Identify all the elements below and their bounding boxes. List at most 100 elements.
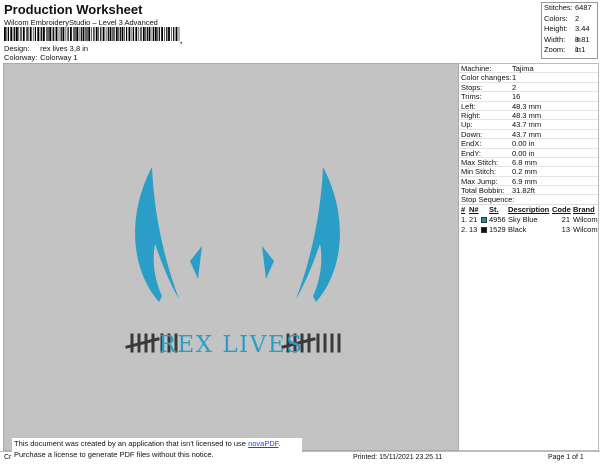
param-label: Total Bobbin: [461, 186, 505, 196]
stop-sequence-title: Stop Sequence: [459, 195, 598, 206]
stat-row: Height: 3.44 in [542, 24, 597, 44]
barcode-bar [43, 27, 45, 41]
barcode-bar [39, 27, 41, 41]
row-brand: Wilcom [573, 225, 598, 235]
param-label: Min Stitch: [461, 167, 497, 177]
machine-param-row: Machine: Tajima [459, 64, 598, 74]
barcode-bar [26, 27, 27, 41]
stat-label: Height: [544, 24, 568, 33]
param-value: 6.8 mm [512, 157, 538, 167]
design-value: rex lives 3,8 in [40, 44, 89, 53]
barcode-bar [27, 27, 29, 41]
barcode-bar [37, 27, 40, 41]
machine-param-row: Total Bobbin: 31.82ft [459, 186, 598, 196]
param-label: EndX: [461, 139, 482, 149]
barcode-bar [73, 27, 74, 41]
barcode-bar [51, 27, 53, 41]
barcode-bar [142, 27, 145, 41]
barcode-bar [95, 27, 98, 41]
colorway-label: Colorway: [4, 53, 38, 62]
col-stitches: St. [489, 205, 499, 215]
barcode-bar [132, 27, 135, 41]
barcode-bar [47, 27, 49, 41]
barcode-bar [109, 27, 112, 41]
barcode-bar [85, 27, 86, 41]
color-swatch [481, 217, 487, 224]
barcode-bar [7, 27, 9, 41]
barcode-bar [88, 27, 91, 41]
param-value: 31.82ft [512, 186, 535, 196]
software-name: Wilcom EmbroideryStudio – Level 3 Advanc… [4, 18, 158, 27]
barcode-bar [46, 27, 47, 41]
col-code: Code [552, 205, 571, 215]
param-label: EndY: [461, 148, 482, 158]
left-eye-shape [190, 246, 202, 279]
colorway-info: Colorway: Colorway 1 [4, 53, 78, 62]
stat-label: Zoom: [544, 45, 566, 54]
barcode-bar [119, 27, 121, 41]
barcode-bar [164, 27, 165, 41]
barcode-bar [18, 27, 20, 41]
notice-text: This document was created by an applicat… [14, 439, 249, 448]
design-preview: REX LIVES [3, 63, 459, 451]
machine-param-row: Trims: 16 [459, 92, 598, 102]
barcode-bar [151, 27, 153, 41]
machine-parameters: Machine: Tajima Color changes: 1 Stops: 2 Trim… [459, 64, 598, 196]
stop-sequence-row: 1. 21 4956 Sky Blue 21 Wilcom [459, 215, 598, 225]
param-label: Down: [461, 129, 483, 139]
param-value: 48.3 mm [512, 110, 542, 120]
row-num: 2. [461, 225, 468, 235]
stop-sequence-row: 2. 13 1529 Black 13 Wilcom [459, 225, 598, 235]
barcode-bar [128, 27, 131, 41]
right-eye-shape [262, 246, 274, 279]
barcode-bar [78, 27, 80, 41]
barcode-bar [140, 27, 142, 41]
row-num: 1. [461, 215, 468, 225]
barcode-bar [14, 27, 16, 41]
barcode-bar [157, 27, 158, 41]
row-stitches: 1529 [489, 225, 506, 235]
barcode-bar [115, 27, 118, 41]
barcode-bar [93, 27, 95, 41]
barcode-bar [6, 27, 8, 41]
param-value: 0.00 in [512, 139, 535, 149]
param-value: 16 [512, 92, 521, 102]
barcode-bar [16, 27, 18, 41]
stat-label: Colors: [544, 13, 568, 23]
left-horn-shape [135, 167, 179, 302]
footer-cr: Cr [4, 454, 12, 461]
row-brand: Wilcom [573, 215, 598, 225]
barcode-bar [53, 27, 55, 41]
param-label: Stops: [461, 82, 483, 92]
param-value: 0.00 in [512, 148, 535, 158]
param-value: 43.7 mm [512, 120, 542, 130]
barcode-bar [4, 27, 6, 41]
barcode-bar [29, 27, 32, 41]
barcode-bar [70, 27, 72, 41]
param-label: Left: [461, 101, 476, 111]
barcode-bar [112, 27, 113, 41]
stat-row: Zoom: 1:1 [542, 45, 597, 56]
barcode-bar [76, 27, 79, 41]
page-number: Page 1 of 1 [548, 454, 584, 461]
barcode-bar [86, 27, 88, 41]
param-label: Up: [461, 120, 473, 130]
barcode-bar [126, 27, 128, 41]
novapdf-link[interactable]: novaPDF [248, 439, 278, 448]
barcode-bar [175, 27, 178, 41]
col-num: # [461, 205, 466, 215]
worksheet-header: Production Worksheet Wilcom EmbroiderySt… [0, 0, 541, 62]
machine-param-row: Right: 48.3 mm [459, 110, 598, 121]
barcode-bar [105, 27, 107, 41]
barcode-bar [32, 27, 34, 41]
design-text: REX LIVES [159, 332, 304, 358]
barcode-bar [171, 27, 172, 41]
barcode-bar [113, 27, 115, 41]
machine-param-row: Max Stitch: 6.8 mm [459, 157, 598, 168]
row-description: Black [508, 225, 527, 235]
param-value: 48.3 mm [512, 101, 542, 111]
barcode-bar [154, 27, 157, 41]
row-description: Sky Blue [508, 215, 538, 225]
design-label: Design: [4, 44, 30, 53]
param-value: 2 [512, 82, 517, 92]
